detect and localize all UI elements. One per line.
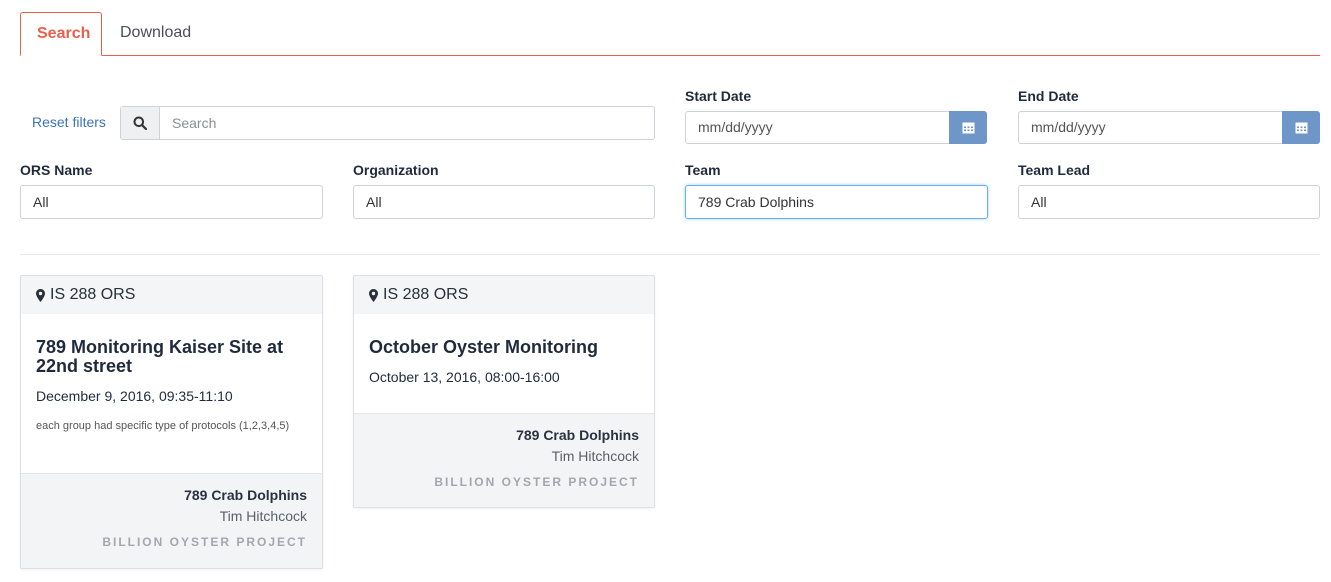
search-icon[interactable] (121, 107, 160, 139)
card-header: IS 288 ORS (354, 276, 654, 314)
card-title[interactable]: October Oyster Monitoring (369, 338, 639, 357)
tab-download[interactable]: Download (104, 12, 207, 56)
card-team-lead: Tim Hitchcock (219, 508, 307, 524)
team-lead-select[interactable]: All (1018, 185, 1320, 219)
search-box (120, 106, 655, 140)
start-date-label: Start Date (685, 88, 752, 104)
end-date-label: End Date (1018, 88, 1079, 104)
card-organization: BILLION OYSTER PROJECT (102, 535, 307, 549)
team-label: Team (685, 162, 721, 178)
ors-name-select[interactable]: All (20, 185, 323, 219)
card-organization: BILLION OYSTER PROJECT (434, 475, 639, 489)
start-date-input[interactable]: mm/dd/yyyy (685, 111, 949, 144)
event-card[interactable]: IS 288 ORS 789 Monitoring Kaiser Site at… (20, 275, 323, 569)
card-team: 789 Crab Dolphins (516, 427, 639, 443)
card-header: IS 288 ORS (21, 276, 322, 314)
organization-select[interactable]: All (353, 185, 655, 219)
card-title[interactable]: 789 Monitoring Kaiser Site at 22nd stree… (36, 338, 307, 376)
calendar-icon[interactable] (1282, 111, 1320, 144)
calendar-icon[interactable] (949, 111, 987, 144)
card-date: October 13, 2016, 08:00-16:00 (369, 369, 560, 385)
event-card[interactable]: IS 288 ORS October Oyster Monitoring Oct… (353, 275, 655, 508)
team-lead-label: Team Lead (1018, 162, 1091, 178)
start-date-field: mm/dd/yyyy (685, 111, 987, 144)
tab-search[interactable]: Search (20, 12, 102, 56)
card-footer: 789 Crab Dolphins Tim Hitchcock BILLION … (21, 473, 322, 568)
team-select[interactable]: 789 Crab Dolphins (685, 185, 988, 219)
ors-name-label: ORS Name (20, 162, 93, 178)
card-date: December 9, 2016, 09:35-11:10 (36, 388, 233, 404)
card-site: IS 288 ORS (383, 286, 469, 303)
card-team-lead: Tim Hitchcock (551, 448, 639, 464)
tab-bar: Search Download (20, 12, 1320, 56)
end-date-field: mm/dd/yyyy (1018, 111, 1320, 144)
end-date-input[interactable]: mm/dd/yyyy (1018, 111, 1282, 144)
card-footer: 789 Crab Dolphins Tim Hitchcock BILLION … (354, 413, 654, 507)
map-marker-icon (369, 288, 378, 302)
card-team: 789 Crab Dolphins (184, 487, 307, 503)
card-description: each group had specific type of protocol… (36, 420, 290, 432)
reset-filters-link[interactable]: Reset filters (32, 114, 106, 130)
divider (20, 254, 1320, 255)
organization-label: Organization (353, 162, 439, 178)
search-input[interactable] (160, 107, 654, 139)
card-site: IS 288 ORS (50, 286, 136, 303)
map-marker-icon (36, 288, 45, 302)
